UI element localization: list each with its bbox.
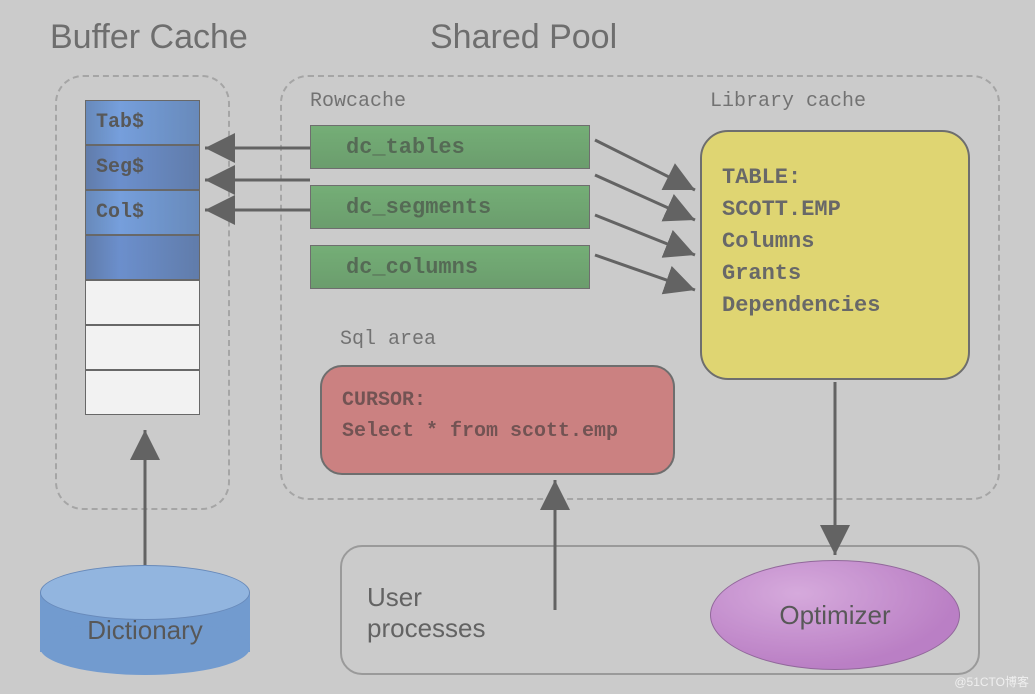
optimizer-ellipse: Optimizer — [710, 560, 960, 670]
watermark: @51CTO博客 — [954, 673, 1029, 690]
libcache-line-1: TABLE: — [722, 162, 948, 194]
dictionary-label: Dictionary — [40, 615, 250, 646]
shared-pool-heading: Shared Pool — [430, 18, 617, 57]
libcache-line-5: Dependencies — [722, 290, 948, 322]
rowcache-dc-tables: dc_tables — [310, 125, 590, 169]
buffer-cell-empty4 — [85, 370, 200, 415]
rowcache-dc-columns: dc_columns — [310, 245, 590, 289]
user-processes-label: User processes — [367, 582, 486, 644]
buffer-cell-tab: Tab$ — [85, 100, 200, 145]
sqlarea-line-1: CURSOR: — [342, 385, 653, 416]
library-cache-box: TABLE: SCOTT.EMP Columns Grants Dependen… — [700, 130, 970, 380]
sql-area-label: Sql area — [340, 328, 436, 351]
buffer-cell-empty1 — [85, 235, 200, 280]
rowcache-dc-segments: dc_segments — [310, 185, 590, 229]
library-cache-label: Library cache — [710, 90, 866, 113]
libcache-line-4: Grants — [722, 258, 948, 290]
buffer-cache-heading: Buffer Cache — [50, 18, 248, 57]
rowcache-label: Rowcache — [310, 90, 406, 113]
buffer-cell-empty2 — [85, 280, 200, 325]
buffer-cell-empty3 — [85, 325, 200, 370]
sqlarea-line-2: Select * from scott.emp — [342, 416, 653, 447]
libcache-line-3: Columns — [722, 226, 948, 258]
buffer-cell-seg: Seg$ — [85, 145, 200, 190]
sql-area-box: CURSOR: Select * from scott.emp — [320, 365, 675, 475]
user-processes-line-2: processes — [367, 613, 486, 643]
buffer-cell-col: Col$ — [85, 190, 200, 235]
user-processes-line-1: User — [367, 582, 422, 612]
libcache-line-2: SCOTT.EMP — [722, 194, 948, 226]
dictionary-cylinder-top — [40, 565, 250, 620]
buffer-stack: Tab$ Seg$ Col$ — [85, 100, 200, 415]
